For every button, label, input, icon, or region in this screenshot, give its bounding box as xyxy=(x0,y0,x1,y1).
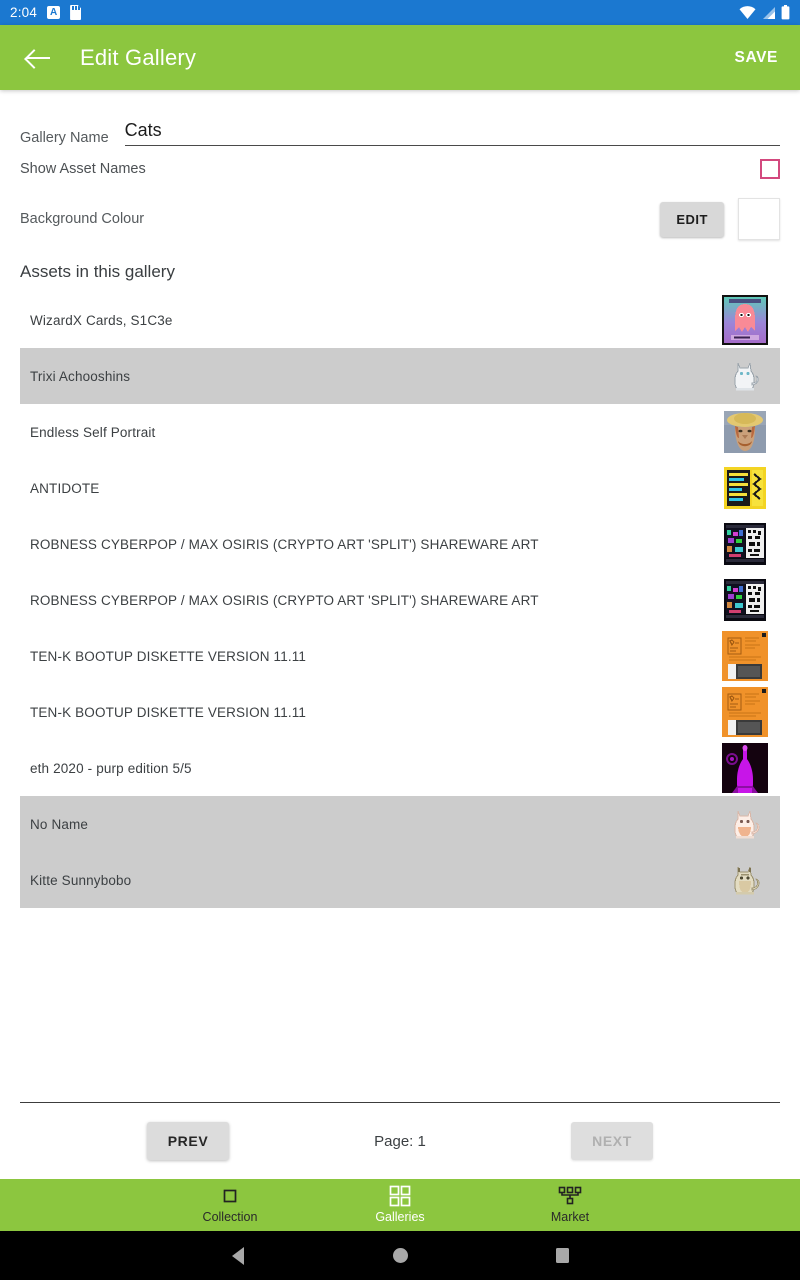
antidote-yellow-thumb xyxy=(720,463,770,513)
signal-icon xyxy=(763,6,775,19)
white-cat-thumb xyxy=(720,351,770,401)
circle-home-icon xyxy=(392,1248,408,1263)
show-asset-names-label: Show Asset Names xyxy=(20,161,146,177)
orange-floppy-thumb xyxy=(720,687,770,737)
asset-name: No Name xyxy=(30,816,89,832)
page-number: 1 xyxy=(417,1132,426,1150)
gallery-name-value: Cats xyxy=(124,120,162,140)
show-asset-names-control xyxy=(760,159,780,179)
gallery-name-row: Gallery Name Cats xyxy=(20,90,780,146)
battery-icon xyxy=(781,5,790,20)
page-label: Page: xyxy=(374,1132,414,1150)
asset-row[interactable]: ROBNESS CYBERPOP / MAX OSIRIS (CRYPTO AR… xyxy=(20,572,780,628)
asset-row[interactable]: Trixi Achooshins xyxy=(20,348,780,404)
asset-row[interactable]: WizardX Cards, S1C3e xyxy=(20,292,780,348)
nav-label: Collection xyxy=(202,1210,258,1224)
nav-item-market[interactable]: Market xyxy=(485,1186,655,1224)
page-indicator: Page: 1 xyxy=(355,1133,445,1150)
main-content: Gallery Name Cats Show Asset Names Backg… xyxy=(0,90,800,1179)
bottom-navigation: Collection Galleries Market xyxy=(0,1179,800,1231)
auto-rotate-a-icon: A xyxy=(47,6,61,19)
asset-name: ROBNESS CYBERPOP / MAX OSIRIS (CRYPTO AR… xyxy=(30,536,539,552)
prev-page-button[interactable]: PREV xyxy=(147,1122,229,1160)
app-screen: 2:04 A Edit Gallery SAVE Gallery Name Ca… xyxy=(0,0,800,1280)
grid-four-squares-icon xyxy=(389,1185,411,1207)
asset-row[interactable]: TEN-K BOOTUP DISKETTE VERSION 11.11 xyxy=(20,684,780,740)
gallery-settings-form: Gallery Name Cats Show Asset Names Backg… xyxy=(0,90,800,292)
sd-card-icon xyxy=(70,5,82,20)
app-bar: Edit Gallery SAVE xyxy=(0,25,800,90)
asset-list[interactable]: WizardX Cards, S1C3e Trixi Achooshins En… xyxy=(0,292,800,1094)
single-square-icon xyxy=(221,1186,239,1206)
system-back-button[interactable] xyxy=(157,1246,319,1265)
edit-background-colour-button[interactable]: EDIT xyxy=(660,201,724,237)
status-bar-right xyxy=(739,5,790,20)
status-bar: 2:04 A xyxy=(0,0,800,25)
background-colour-swatch[interactable] xyxy=(738,198,780,240)
orange-floppy-thumb xyxy=(720,631,770,681)
status-bar-clock: 2:04 xyxy=(10,5,38,20)
tabby-cat-thumb xyxy=(720,855,770,905)
save-button[interactable]: SAVE xyxy=(735,49,778,67)
gallery-name-label: Gallery Name xyxy=(20,130,109,146)
asset-name: TEN-K BOOTUP DISKETTE VERSION 11.11 xyxy=(30,704,307,720)
system-navigation-bar xyxy=(0,1231,800,1280)
wifi-icon xyxy=(739,5,756,19)
nav-label: Market xyxy=(550,1210,590,1224)
page-title: Edit Gallery xyxy=(80,44,197,70)
asset-name: Kitte Sunnybobo xyxy=(30,872,132,888)
background-colour-control: EDIT xyxy=(660,198,780,240)
wizardx-card-thumb xyxy=(720,295,770,345)
triangle-back-icon xyxy=(232,1246,244,1265)
robness-split-thumb xyxy=(720,575,770,625)
pagination-bar: PREV Page: 1 NEXT xyxy=(0,1103,800,1179)
robness-split-thumb xyxy=(720,519,770,569)
status-bar-left: 2:04 A xyxy=(10,5,82,20)
show-asset-names-row: Show Asset Names xyxy=(20,146,780,192)
asset-row[interactable]: eth 2020 - purp edition 5/5 xyxy=(20,740,780,796)
nav-item-galleries[interactable]: Galleries xyxy=(315,1185,485,1224)
asset-name: ROBNESS CYBERPOP / MAX OSIRIS (CRYPTO AR… xyxy=(30,592,539,608)
nav-label: Galleries xyxy=(375,1210,425,1224)
purple-eth-thumb xyxy=(720,743,770,793)
show-asset-names-checkbox[interactable] xyxy=(760,159,780,179)
nav-item-collection[interactable]: Collection xyxy=(145,1186,315,1224)
system-home-button[interactable] xyxy=(319,1248,481,1263)
asset-row[interactable]: No Name xyxy=(20,796,780,852)
asset-row[interactable]: ANTIDOTE xyxy=(20,460,780,516)
market-hierarchy-icon xyxy=(558,1186,582,1206)
back-arrow-icon[interactable] xyxy=(24,43,54,73)
gallery-name-input[interactable]: Cats xyxy=(124,120,780,146)
asset-name: TEN-K BOOTUP DISKETTE VERSION 11.11 xyxy=(30,648,307,664)
system-recents-button[interactable] xyxy=(481,1248,643,1263)
assets-section-title: Assets in this gallery xyxy=(20,262,175,281)
asset-name: ANTIDOTE xyxy=(30,480,100,496)
asset-name: Endless Self Portrait xyxy=(30,424,156,440)
next-page-button[interactable]: NEXT xyxy=(571,1122,653,1160)
asset-row[interactable]: Endless Self Portrait xyxy=(20,404,780,460)
background-colour-row: Background Colour EDIT xyxy=(20,192,780,246)
asset-name: Trixi Achooshins xyxy=(30,368,131,384)
asset-row[interactable]: TEN-K BOOTUP DISKETTE VERSION 11.11 xyxy=(20,628,780,684)
asset-name: WizardX Cards, S1C3e xyxy=(30,312,173,328)
pink-cat-thumb xyxy=(720,799,770,849)
asset-row[interactable]: Kitte Sunnybobo xyxy=(20,852,780,908)
square-recents-icon xyxy=(555,1248,569,1263)
asset-name: eth 2020 - purp edition 5/5 xyxy=(30,760,192,776)
background-colour-label: Background Colour xyxy=(20,211,145,227)
asset-row[interactable]: ROBNESS CYBERPOP / MAX OSIRIS (CRYPTO AR… xyxy=(20,516,780,572)
van-gogh-portrait-thumb xyxy=(720,407,770,457)
